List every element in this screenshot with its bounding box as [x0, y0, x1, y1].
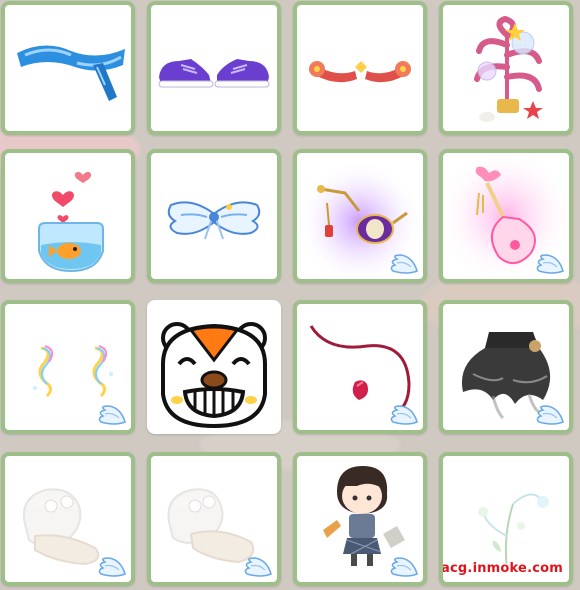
item-card-chibi-boy-avatar[interactable] [293, 452, 427, 586]
item-card-red-ribbon-bands[interactable] [293, 1, 427, 135]
item-card-coral-tree-globe[interactable] [439, 1, 573, 135]
item-grid: acg.inmoke.com [0, 0, 580, 590]
item-card-faded-white-shoes-left[interactable] [1, 452, 135, 586]
blue-scarf-icon [17, 45, 125, 101]
item-card-black-gothic-skirt[interactable] [439, 300, 573, 434]
item-card-devil-tail[interactable] [293, 300, 427, 434]
grinning-hamster-face-icon [161, 322, 267, 429]
angel-wing-badge-icon [536, 254, 564, 274]
blue-angel-wings-bow-icon [167, 201, 261, 240]
purple-sneakers-icon [158, 59, 270, 88]
angel-wing-badge-icon [98, 557, 126, 577]
item-card-purple-drum-ornament[interactable] [293, 149, 427, 283]
item-card-blue-angel-wings-bow[interactable] [147, 149, 281, 283]
angel-wing-badge-icon [390, 557, 418, 577]
item-card-rainbow-swirl-sparkles[interactable] [1, 300, 135, 434]
item-card-pink-pipa-lute[interactable] [439, 149, 573, 283]
coral-tree-globe-icon [474, 15, 543, 122]
angel-wing-badge-icon [390, 254, 418, 274]
angel-wing-badge-icon [244, 557, 272, 577]
angel-wing-badge-icon [390, 405, 418, 425]
angel-wing-badge-icon [536, 405, 564, 425]
item-card-purple-sneakers[interactable] [147, 1, 281, 135]
item-card-grinning-hamster-face[interactable] [147, 300, 281, 434]
item-card-blue-scarf[interactable] [1, 1, 135, 135]
item-card-goldfish-bowl-hearts[interactable] [1, 149, 135, 283]
red-ribbon-bands-icon [309, 61, 411, 83]
item-card-faded-green-spray[interactable]: acg.inmoke.com [439, 452, 573, 586]
watermark-text: acg.inmoke.com [441, 561, 563, 576]
angel-wing-badge-icon [98, 405, 126, 425]
item-card-faded-white-shoes[interactable] [147, 452, 281, 586]
goldfish-bowl-hearts-icon [38, 172, 104, 273]
